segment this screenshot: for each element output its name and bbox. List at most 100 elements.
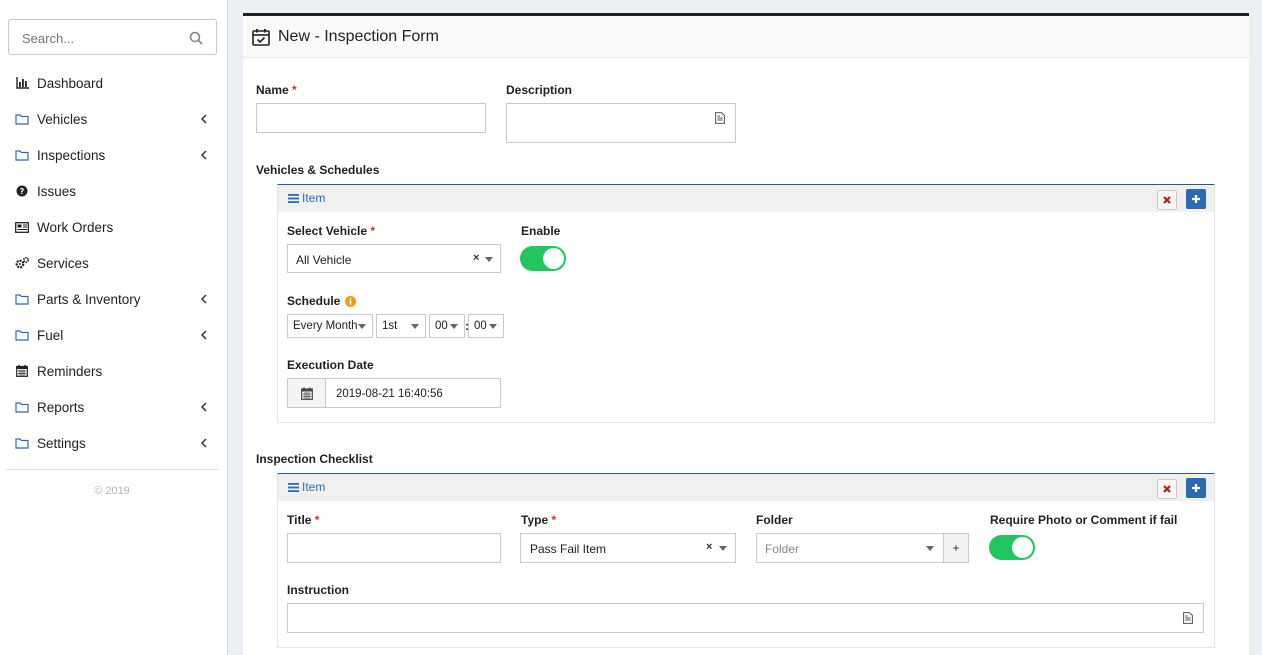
select-vehicle-value: All Vehicle xyxy=(296,253,352,267)
chevron-left-icon[interactable] xyxy=(200,293,208,305)
info-icon[interactable] xyxy=(345,295,357,307)
sidebar-item-label: Inspections xyxy=(37,147,106,163)
close-icon xyxy=(1163,485,1171,493)
chevron-down-icon xyxy=(489,324,497,329)
type-value: Pass Fail Item xyxy=(530,542,607,556)
type-label: Type * xyxy=(521,513,556,527)
chevron-down-icon xyxy=(411,324,419,329)
sidebar-item-inspections[interactable]: Inspections xyxy=(0,137,228,173)
folder-icon xyxy=(15,400,29,414)
sidebar-item-label: Work Orders xyxy=(37,219,114,235)
required-mark: * xyxy=(292,83,297,97)
folder-dropdown[interactable]: Folder xyxy=(756,533,944,563)
required-mark: * xyxy=(370,224,376,238)
calendar-icon xyxy=(15,364,29,378)
folder-icon xyxy=(15,148,29,162)
plus-icon: + xyxy=(952,541,960,555)
schedule-day-value: 1st xyxy=(382,320,398,332)
required-mark: * xyxy=(314,513,320,527)
newspaper-icon xyxy=(15,220,29,234)
search-icon[interactable] xyxy=(189,31,203,45)
plus-icon xyxy=(1192,484,1200,492)
close-icon xyxy=(1163,196,1171,204)
item-label: Item xyxy=(302,480,326,494)
file-text-icon[interactable] xyxy=(1183,612,1193,627)
require-photo-toggle[interactable] xyxy=(989,535,1035,560)
chevron-left-icon[interactable] xyxy=(200,113,208,125)
calendar-check-icon xyxy=(252,28,270,46)
select-vehicle-dropdown[interactable]: All Vehicle × xyxy=(287,244,501,273)
checklist-item-bar: Item xyxy=(278,474,1214,501)
sidebar-item-issues[interactable]: ? Issues xyxy=(0,173,228,209)
schedule-day-select[interactable]: 1st xyxy=(376,314,426,338)
gears-icon xyxy=(15,256,29,270)
add-checklist-item-button[interactable] xyxy=(1186,478,1206,498)
schedule-frequency-value: Every Month xyxy=(293,320,358,332)
sidebar-item-label: Fuel xyxy=(37,327,64,343)
sidebar-item-settings[interactable]: Settings xyxy=(0,425,228,461)
chevron-down-icon[interactable] xyxy=(719,546,727,551)
vehicle-item-handle[interactable]: Item xyxy=(288,191,325,205)
sidebar: Search... Dashboard Vehicles Inspections xyxy=(0,0,228,655)
schedule-hour-select[interactable]: 00 xyxy=(429,314,465,338)
instruction-label: Instruction xyxy=(287,583,349,597)
type-dropdown[interactable]: Pass Fail Item × xyxy=(520,533,736,563)
sidebar-item-vehicles[interactable]: Vehicles xyxy=(0,101,228,137)
bars-icon xyxy=(288,193,299,203)
add-vehicle-item-button[interactable] xyxy=(1186,189,1206,209)
copyright: © 2019 xyxy=(94,485,130,497)
sidebar-item-services[interactable]: Services xyxy=(0,245,228,281)
sidebar-item-label: Reports xyxy=(37,399,85,415)
sidebar-item-parts-inventory[interactable]: Parts & Inventory xyxy=(0,281,228,317)
add-folder-button[interactable]: + xyxy=(943,533,969,563)
sidebar-item-label: Dashboard xyxy=(37,75,104,91)
chevron-left-icon[interactable] xyxy=(200,401,208,413)
sidebar-item-label: Reminders xyxy=(37,363,103,379)
chevron-down-icon[interactable] xyxy=(485,257,493,262)
file-text-icon[interactable] xyxy=(715,112,725,127)
chevron-left-icon[interactable] xyxy=(200,329,208,341)
sidebar-item-reports[interactable]: Reports xyxy=(0,389,228,425)
clear-selection-icon[interactable]: × xyxy=(706,541,712,553)
checklist-item-handle[interactable]: Item xyxy=(288,480,325,494)
clear-selection-icon[interactable]: × xyxy=(473,252,479,264)
remove-vehicle-item-button[interactable] xyxy=(1157,190,1177,210)
sidebar-divider xyxy=(6,469,219,470)
required-mark: * xyxy=(551,513,557,527)
instruction-input[interactable] xyxy=(287,603,1204,633)
search-input[interactable]: Search... xyxy=(22,31,74,46)
type-label-text: Type xyxy=(521,513,549,527)
chevron-down-icon[interactable] xyxy=(926,546,934,551)
calendar-icon[interactable] xyxy=(288,379,326,407)
checklist-section-label: Inspection Checklist xyxy=(256,452,373,466)
sidebar-item-work-orders[interactable]: Work Orders xyxy=(0,209,228,245)
select-vehicle-label: Select Vehicle * xyxy=(287,224,375,238)
folder-icon xyxy=(15,436,29,450)
sidebar-item-label: Parts & Inventory xyxy=(37,291,141,307)
chevron-down-icon xyxy=(450,324,458,329)
search-box[interactable]: Search... xyxy=(8,19,217,55)
sidebar-item-dashboard[interactable]: Dashboard xyxy=(0,65,228,101)
enable-toggle[interactable] xyxy=(520,246,566,271)
remove-checklist-item-button[interactable] xyxy=(1157,479,1177,499)
schedule-minute-select[interactable]: 00 xyxy=(468,314,504,338)
svg-text:?: ? xyxy=(20,187,25,196)
sidebar-item-label: Services xyxy=(37,255,89,271)
sidebar-item-fuel[interactable]: Fuel xyxy=(0,317,228,353)
execution-date-label: Execution Date xyxy=(287,358,374,372)
title-label: Title * xyxy=(287,513,319,527)
execution-date-field[interactable]: 2019-08-21 16:40:56 xyxy=(287,378,501,408)
toggle-knob xyxy=(1012,537,1033,558)
chevron-left-icon[interactable] xyxy=(200,149,208,161)
chevron-left-icon[interactable] xyxy=(200,437,208,449)
execution-date-value: 2019-08-21 16:40:56 xyxy=(336,388,443,400)
sidebar-item-reminders[interactable]: Reminders xyxy=(0,353,228,389)
plus-icon xyxy=(1192,195,1200,203)
schedule-frequency-select[interactable]: Every Month xyxy=(287,314,373,338)
description-input[interactable] xyxy=(506,103,736,143)
sidebar-item-label: Settings xyxy=(37,435,86,451)
folder-icon xyxy=(15,112,29,126)
vehicle-item-bar: Item xyxy=(278,185,1214,212)
title-input[interactable] xyxy=(287,533,501,563)
name-input[interactable] xyxy=(256,103,486,133)
